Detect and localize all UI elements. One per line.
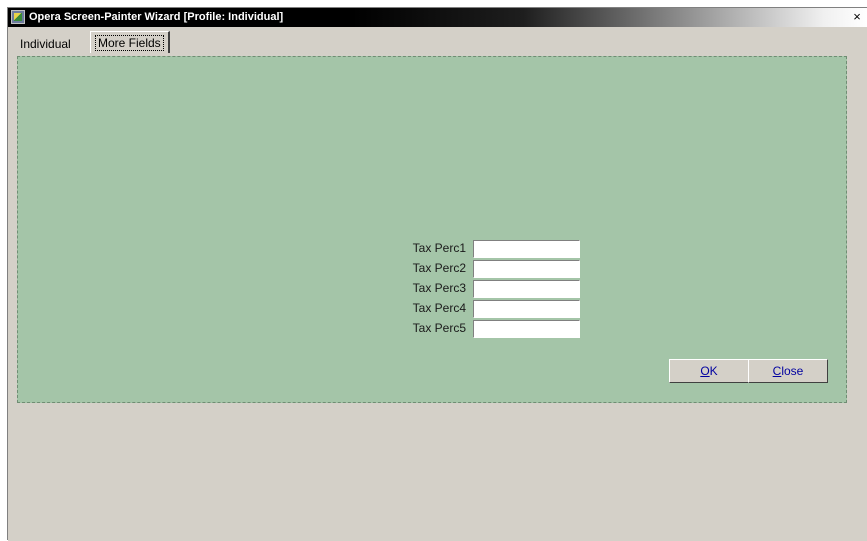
tab-more-fields[interactable]: More Fields [90, 31, 170, 53]
tax-perc4-input[interactable] [473, 300, 580, 318]
empty-lower-area [8, 403, 867, 541]
tax-perc5-label: Tax Perc5 [412, 321, 466, 335]
wizard-window: Opera Screen-Painter Wizard [Profile: In… [7, 7, 867, 541]
window-title: Opera Screen-Painter Wizard [Profile: In… [29, 11, 284, 23]
tax-perc2-label: Tax Perc2 [412, 261, 466, 275]
field-row-tax-perc1: Tax Perc1 [18, 240, 848, 258]
tax-perc3-label: Tax Perc3 [412, 281, 466, 295]
close-label-rest: lose [781, 364, 804, 378]
tab-individual-label: Individual [20, 37, 71, 51]
tax-perc3-input[interactable] [473, 280, 580, 298]
field-row-tax-perc5: Tax Perc5 [18, 320, 848, 338]
field-row-tax-perc4: Tax Perc4 [18, 300, 848, 318]
tax-perc1-label: Tax Perc1 [412, 241, 466, 255]
title-bar[interactable]: Opera Screen-Painter Wizard [Profile: In… [8, 8, 867, 27]
tax-perc4-label: Tax Perc4 [412, 301, 466, 315]
field-row-tax-perc3: Tax Perc3 [18, 280, 848, 298]
ok-mnemonic: O [700, 364, 710, 378]
ok-label-rest: K [709, 364, 718, 378]
tab-more-fields-label: More Fields [95, 35, 164, 51]
tax-perc1-input[interactable] [473, 240, 580, 258]
app-icon [11, 10, 25, 24]
tab-individual[interactable]: Individual [16, 33, 75, 55]
more-fields-panel: Tax Perc1 Tax Perc2 Tax Perc3 Tax Perc4 … [17, 56, 847, 403]
tax-perc2-input[interactable] [473, 260, 580, 278]
tax-perc5-input[interactable] [473, 320, 580, 338]
close-icon[interactable] [850, 10, 864, 24]
field-row-tax-perc2: Tax Perc2 [18, 260, 848, 278]
tab-strip: Individual More Fields [8, 27, 867, 56]
close-button[interactable]: Close [748, 359, 828, 383]
ok-button[interactable]: OK [669, 359, 749, 383]
